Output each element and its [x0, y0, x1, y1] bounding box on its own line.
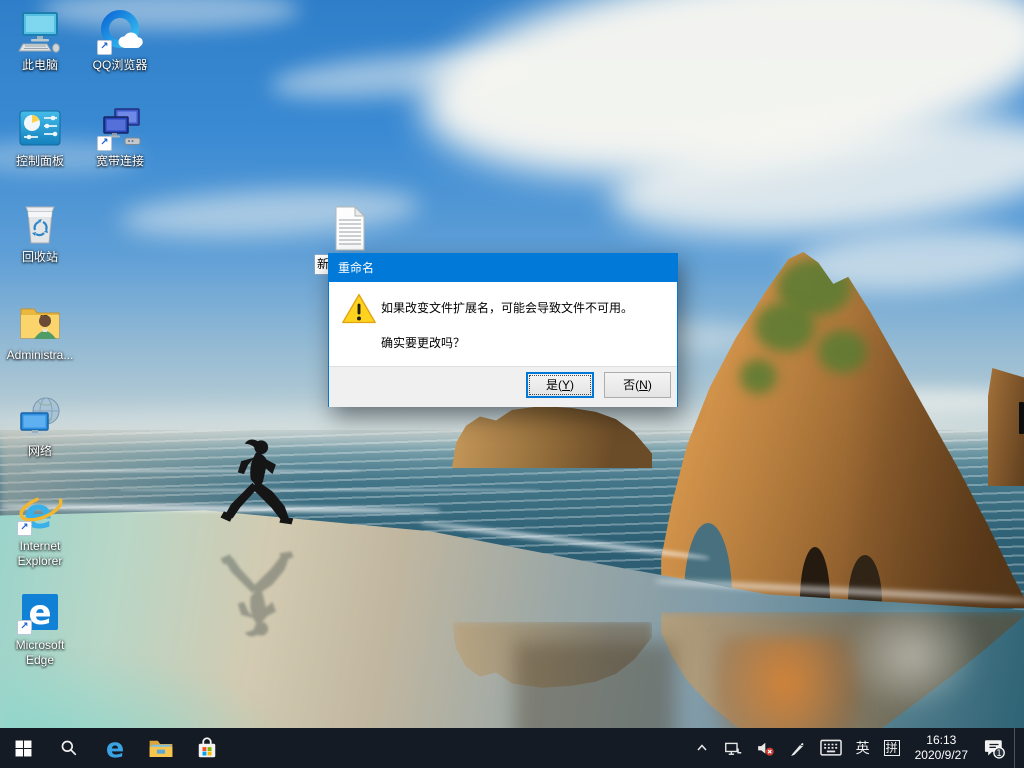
clock-time: 16:13	[915, 733, 968, 748]
keyboard-icon	[820, 739, 842, 757]
svg-text:1: 1	[996, 748, 1001, 758]
microsoft-edge-icon: e ↗	[16, 588, 64, 636]
folder-icon	[148, 735, 174, 761]
desktop-icon-label: QQ浏览器	[80, 58, 160, 73]
desktop-icon-label: Microsoft Edge	[0, 638, 80, 668]
desktop-icon-label: 此电脑	[0, 58, 80, 73]
broadband-connection-icon: ↗	[96, 104, 144, 152]
recycle-bin-icon	[16, 200, 64, 248]
shortcut-arrow-icon: ↗	[97, 136, 112, 151]
yes-button[interactable]: 是(Y)	[526, 372, 594, 398]
start-button[interactable]	[0, 728, 46, 768]
tray-chevron-button[interactable]	[689, 728, 715, 768]
action-center-button[interactable]: 1	[978, 728, 1010, 768]
no-button[interactable]: 否(N)	[604, 372, 671, 398]
action-center-icon: 1	[983, 737, 1005, 759]
clock-date: 2020/9/27	[915, 748, 968, 763]
user-folder-icon	[16, 298, 64, 346]
control-panel-icon	[16, 104, 64, 152]
speaker-muted-icon	[757, 740, 775, 757]
desktop-icon-label: Administra...	[0, 348, 80, 363]
desktop-icon-label: 宽带连接	[80, 154, 160, 169]
ime-mode-button[interactable]: 拼	[879, 728, 905, 768]
wave-foam	[120, 489, 540, 491]
network-icon	[16, 394, 64, 442]
desktop-icon-qq-browser[interactable]: ↗ QQ浏览器	[80, 8, 160, 73]
rename-dialog: 重命名 如果改变文件扩展名，可能会导致文件不可用。 确实要更改吗？ 是(Y) 否…	[328, 253, 678, 407]
ime-pinyin-label: 拼	[884, 740, 900, 756]
internet-explorer-icon: e ↗	[16, 489, 64, 537]
wave-foam	[30, 470, 360, 472]
desktop-icon-broadband[interactable]: ↗ 宽带连接	[80, 104, 160, 169]
ime-en-label: 英	[856, 738, 870, 758]
shortcut-arrow-icon: ↗	[97, 40, 112, 55]
search-icon	[60, 739, 78, 757]
desktop-icon-administrator-folder[interactable]: Administra...	[0, 298, 80, 363]
windows-logo-icon	[15, 740, 32, 757]
taskbar-edge-button[interactable]: e	[92, 728, 138, 768]
desktop-icon-label: 回收站	[0, 250, 80, 265]
mouse-cursor	[1019, 402, 1024, 434]
volume-tray-button[interactable]	[752, 728, 780, 768]
cloud-reflection	[845, 598, 980, 713]
taskbar: e	[0, 728, 1024, 768]
desktop-icon-control-panel[interactable]: 控制面板	[0, 104, 80, 169]
dialog-body: 如果改变文件扩展名，可能会导致文件不可用。 确实要更改吗？	[329, 282, 677, 366]
dialog-title-bar[interactable]: 重命名	[329, 254, 677, 282]
shortcut-arrow-icon: ↗	[17, 521, 32, 536]
chevron-up-icon	[694, 740, 710, 756]
network-status-icon	[724, 740, 743, 757]
touch-keyboard-button[interactable]	[815, 728, 847, 768]
runner-silhouette	[210, 436, 302, 540]
runner-reflection	[210, 536, 302, 640]
pen-icon	[789, 740, 806, 757]
shortcut-arrow-icon: ↗	[17, 620, 32, 635]
dialog-footer: 是(Y) 否(N)	[329, 366, 677, 407]
desktop-icon-label: 控制面板	[0, 154, 80, 169]
desktop-icon-this-pc[interactable]: 此电脑	[0, 8, 80, 73]
ime-language-button[interactable]: 英	[851, 728, 875, 768]
taskbar-left: e	[0, 728, 230, 768]
search-button[interactable]	[46, 728, 92, 768]
clock[interactable]: 16:13 2020/9/27	[909, 733, 974, 763]
desktop-icon-label: 网络	[0, 444, 80, 459]
dialog-message-line2: 确实要更改吗？	[381, 334, 465, 351]
qq-browser-icon: ↗	[96, 8, 144, 56]
system-tray: 英 拼 16:13 2020/9/27 1	[689, 728, 1024, 768]
desktop: 此电脑 ↗ QQ浏览器	[0, 0, 1024, 768]
this-pc-icon	[16, 8, 64, 56]
desktop-icon-recycle-bin[interactable]: 回收站	[0, 200, 80, 265]
warning-icon	[341, 292, 377, 331]
file-explorer-button[interactable]	[138, 728, 184, 768]
edge-icon: e	[106, 735, 124, 762]
show-desktop-button[interactable]	[1014, 728, 1020, 768]
new-text-document-icon[interactable]	[335, 206, 365, 256]
desktop-icon-microsoft-edge[interactable]: e ↗ Microsoft Edge	[0, 588, 80, 668]
store-button[interactable]	[184, 728, 230, 768]
dialog-message-line1: 如果改变文件扩展名，可能会导致文件不可用。	[381, 299, 633, 316]
microsoft-store-icon	[195, 736, 219, 760]
network-tray-button[interactable]	[719, 728, 748, 768]
desktop-icon-network[interactable]: 网络	[0, 394, 80, 459]
desktop-icon-label: Internet Explorer	[0, 539, 80, 569]
desktop-icon-internet-explorer[interactable]: e ↗ Internet Explorer	[0, 489, 80, 569]
windows-ink-button[interactable]	[784, 728, 811, 768]
